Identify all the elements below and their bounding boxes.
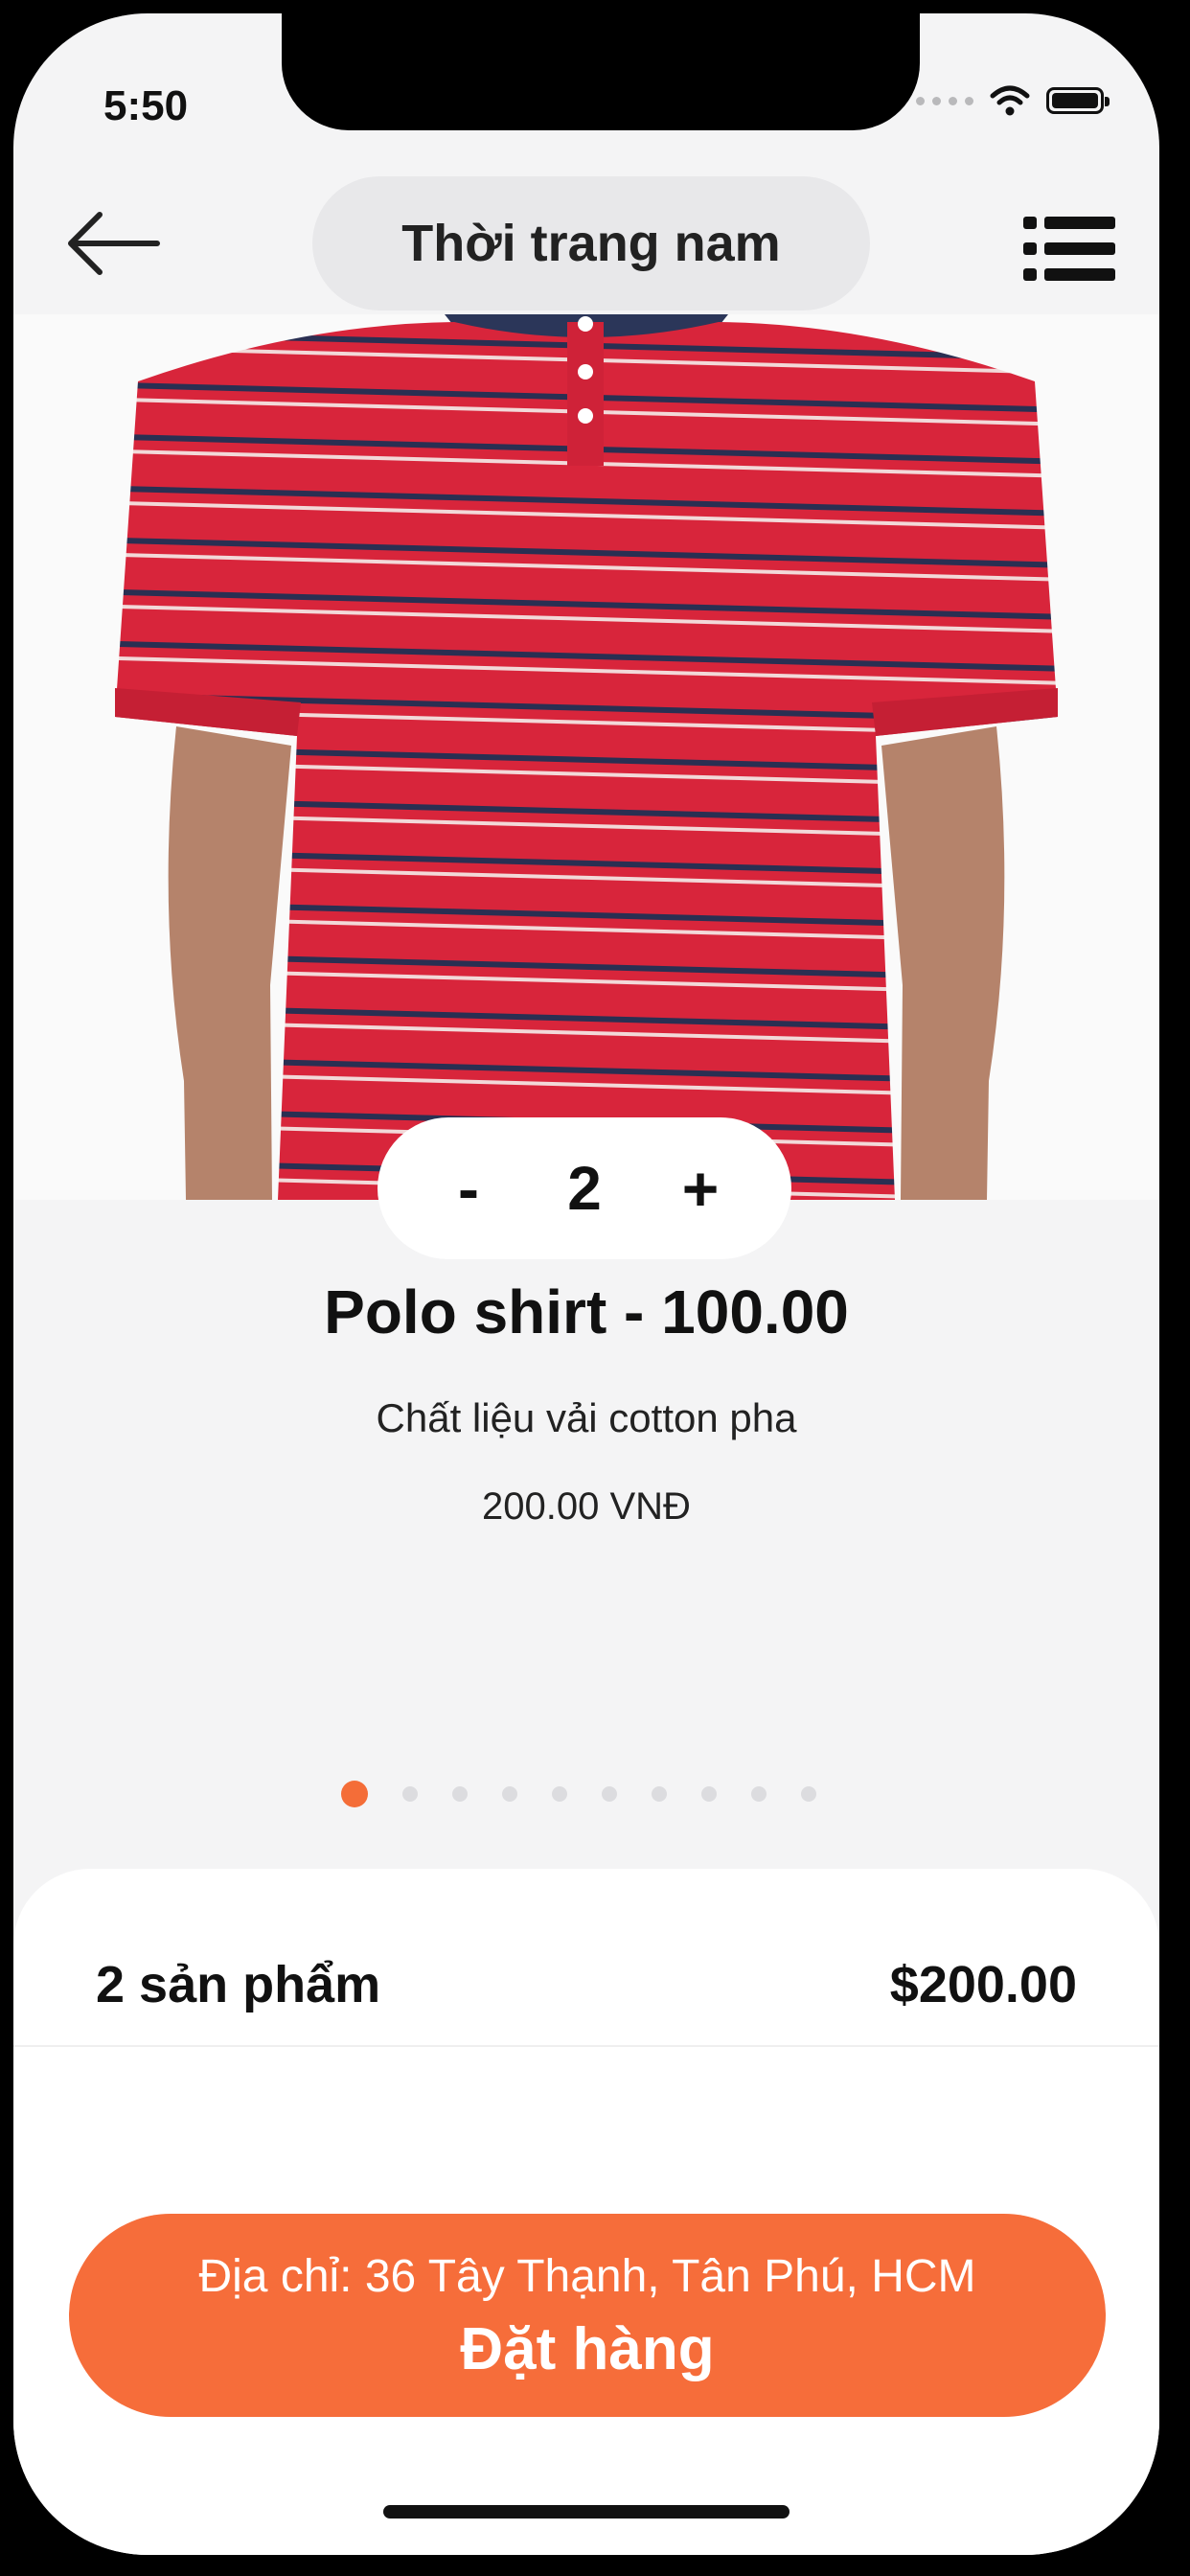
place-order-button[interactable]: Địa chỉ: 36 Tây Thạnh, Tân Phú, HCM Đặt … (69, 2214, 1106, 2417)
delivery-address: Địa chỉ: 36 Tây Thạnh, Tân Phú, HCM (198, 2251, 976, 2302)
home-indicator[interactable] (383, 2505, 790, 2518)
pagination-dot[interactable] (751, 1786, 767, 1802)
quantity-value: 2 (567, 1154, 602, 1223)
product-description: Chất liệu vải cotton pha (376, 1395, 797, 1440)
back-button[interactable] (61, 205, 167, 282)
cart-total: $200.00 (889, 1956, 1077, 2013)
pagination-dots (341, 1781, 816, 1807)
pagination-dot[interactable] (652, 1786, 667, 1802)
pagination-dot[interactable] (341, 1781, 368, 1807)
order-button-label: Đặt hàng (460, 2316, 715, 2382)
pagination-dot[interactable] (602, 1786, 617, 1802)
battery-icon (1046, 87, 1110, 114)
quantity-stepper: - 2 + (378, 1117, 791, 1259)
back-arrow-icon (68, 212, 160, 275)
order-summary-sheet: 2 sản phẩm $200.00 Địa chỉ: 36 Tây Thạnh… (13, 1869, 1159, 2555)
pagination-dot[interactable] (402, 1786, 418, 1802)
device-notch (282, 13, 920, 130)
product-image (13, 314, 1159, 1200)
list-menu-icon (1023, 217, 1115, 281)
product-name: Polo shirt - 100.00 (324, 1277, 849, 1346)
top-bar: Thời trang nam (13, 157, 1159, 310)
product-price: 200.00 VNĐ (482, 1485, 691, 1528)
cart-item-count: 2 sản phẩm (96, 1956, 381, 2013)
pagination-dot[interactable] (801, 1786, 816, 1802)
cart-summary-row: 2 sản phẩm $200.00 (96, 1955, 1077, 2014)
pagination-dot[interactable] (701, 1786, 717, 1802)
pagination-dot[interactable] (552, 1786, 567, 1802)
polo-shirt-photo (115, 314, 1058, 1200)
pagination-dot[interactable] (452, 1786, 468, 1802)
decrease-quantity-button[interactable]: - (435, 1157, 502, 1220)
status-icons (916, 84, 1110, 117)
page-title: Thời trang nam (312, 176, 870, 310)
menu-button[interactable] (1021, 211, 1117, 288)
phone-screen: 5:50 Thời trang nam - 2 + Polo shirt - 1… (13, 13, 1159, 2555)
increase-quantity-button[interactable]: + (667, 1157, 734, 1220)
signal-icon (916, 96, 973, 105)
status-time: 5:50 (103, 82, 189, 129)
divider (13, 2045, 1159, 2047)
pagination-dot[interactable] (502, 1786, 517, 1802)
wifi-icon (990, 85, 1030, 116)
